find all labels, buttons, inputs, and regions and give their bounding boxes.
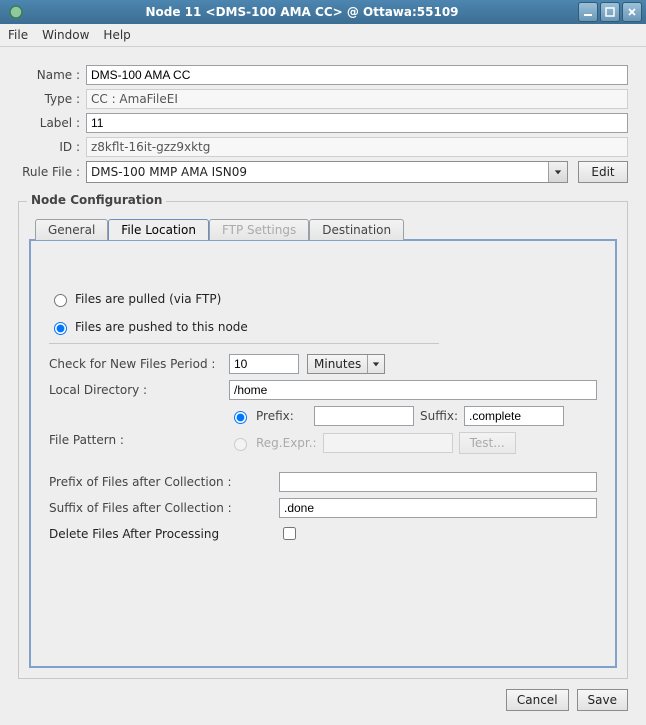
tab-strip: General File Location FTP Settings Desti… xyxy=(35,218,617,239)
label-prefix-after: Prefix of Files after Collection : xyxy=(49,475,279,489)
combo-rulefile-text: DMS-100 MMP AMA ISN09 xyxy=(87,162,548,182)
input-suffix-after[interactable] xyxy=(279,498,597,518)
separator xyxy=(49,343,439,344)
label-type: Type : xyxy=(18,92,80,106)
cancel-button[interactable]: Cancel xyxy=(506,689,569,711)
tab-ftp-settings: FTP Settings xyxy=(209,219,309,240)
tab-file-location[interactable]: File Location xyxy=(108,219,209,240)
menu-window[interactable]: Window xyxy=(42,28,89,42)
radio-pull-label: Files are pulled (via FTP) xyxy=(75,292,221,306)
row-name: Name : xyxy=(18,65,628,85)
label-rulefile: Rule File : xyxy=(18,165,80,179)
radio-regexpr xyxy=(234,438,247,451)
value-id: z8kflt-16it-gzz9xktg xyxy=(86,137,628,157)
chevron-down-icon[interactable] xyxy=(548,162,567,182)
app-icon xyxy=(8,4,24,20)
input-name[interactable] xyxy=(86,65,628,85)
tab-general[interactable]: General xyxy=(35,219,108,240)
row-local-dir: Local Directory : xyxy=(49,380,597,400)
input-prefix-after[interactable] xyxy=(279,472,597,492)
minimize-button[interactable] xyxy=(578,2,598,22)
row-check-period: Check for New Files Period : Minutes xyxy=(49,354,597,374)
maximize-button[interactable] xyxy=(600,2,620,22)
row-prefix-after: Prefix of Files after Collection : xyxy=(49,472,597,492)
label-prefix: Prefix: xyxy=(256,409,308,423)
pattern-box: Prefix: Suffix: Reg.Expr.: Test... xyxy=(229,406,597,460)
row-type: Type : CC : AmaFileEI xyxy=(18,89,628,109)
menu-file[interactable]: File xyxy=(8,28,28,42)
row-id: ID : z8kflt-16it-gzz9xktg xyxy=(18,137,628,157)
save-button[interactable]: Save xyxy=(577,689,628,711)
input-check-period[interactable] xyxy=(229,354,299,374)
titlebar: Node 11 <DMS-100 AMA CC> @ Ottawa:55109 xyxy=(0,0,646,24)
input-regexpr xyxy=(323,433,453,453)
row-regexpr: Reg.Expr.: Test... xyxy=(229,432,597,454)
combo-period-unit[interactable]: Minutes xyxy=(307,354,385,374)
menu-help[interactable]: Help xyxy=(103,28,130,42)
input-suffix[interactable] xyxy=(464,406,564,426)
radio-prefix-suffix[interactable] xyxy=(234,411,247,424)
tab-destination[interactable]: Destination xyxy=(309,219,404,240)
close-button[interactable] xyxy=(622,2,642,22)
radio-push-label: Files are pushed to this node xyxy=(75,320,248,334)
row-prefix-suffix: Prefix: Suffix: xyxy=(229,406,597,426)
chevron-down-icon[interactable] xyxy=(367,355,384,373)
label-regexpr: Reg.Expr.: xyxy=(256,436,317,450)
label-suffix: Suffix: xyxy=(420,409,458,423)
value-type: CC : AmaFileEI xyxy=(86,89,628,109)
label-id: ID : xyxy=(18,140,80,154)
radio-push[interactable] xyxy=(54,322,67,335)
label-file-pattern: File Pattern : xyxy=(49,419,229,447)
label-local-dir: Local Directory : xyxy=(49,383,229,397)
footer: Cancel Save xyxy=(0,679,646,725)
window-title: Node 11 <DMS-100 AMA CC> @ Ottawa:55109 xyxy=(28,5,576,19)
label-suffix-after: Suffix of Files after Collection : xyxy=(49,501,279,515)
combo-rulefile[interactable]: DMS-100 MMP AMA ISN09 xyxy=(86,161,568,183)
input-prefix[interactable] xyxy=(314,406,414,426)
input-label[interactable] xyxy=(86,113,628,133)
edit-button[interactable]: Edit xyxy=(578,161,628,183)
radio-pull[interactable] xyxy=(54,294,67,307)
row-delete-after: Delete Files After Processing xyxy=(49,524,597,543)
row-label: Label : xyxy=(18,113,628,133)
row-rulefile: Rule File : DMS-100 MMP AMA ISN09 Edit xyxy=(18,161,628,183)
content-area: Name : Type : CC : AmaFileEI Label : ID … xyxy=(0,47,646,679)
label-name: Name : xyxy=(18,68,80,82)
radio-push-row: Files are pushed to this node xyxy=(49,319,597,335)
row-suffix-after: Suffix of Files after Collection : xyxy=(49,498,597,518)
checkbox-delete-after[interactable] xyxy=(283,527,296,540)
radio-pull-row: Files are pulled (via FTP) xyxy=(49,291,597,307)
menubar: File Window Help xyxy=(0,24,646,47)
row-file-pattern: File Pattern : Prefix: Suffix: xyxy=(49,406,597,460)
label-label: Label : xyxy=(18,116,80,130)
fieldset-node-config: Node Configuration General File Location… xyxy=(18,201,628,679)
combo-period-unit-text: Minutes xyxy=(308,357,367,371)
label-check-period: Check for New Files Period : xyxy=(49,357,229,371)
tab-control: General File Location FTP Settings Desti… xyxy=(29,218,617,668)
tab-body-file-location: Files are pulled (via FTP) Files are pus… xyxy=(29,239,617,668)
input-local-dir[interactable] xyxy=(229,380,597,400)
window-root: Node 11 <DMS-100 AMA CC> @ Ottawa:55109 … xyxy=(0,0,646,725)
legend-node-config: Node Configuration xyxy=(27,193,166,207)
label-delete-after: Delete Files After Processing xyxy=(49,527,279,541)
test-button: Test... xyxy=(459,432,516,454)
